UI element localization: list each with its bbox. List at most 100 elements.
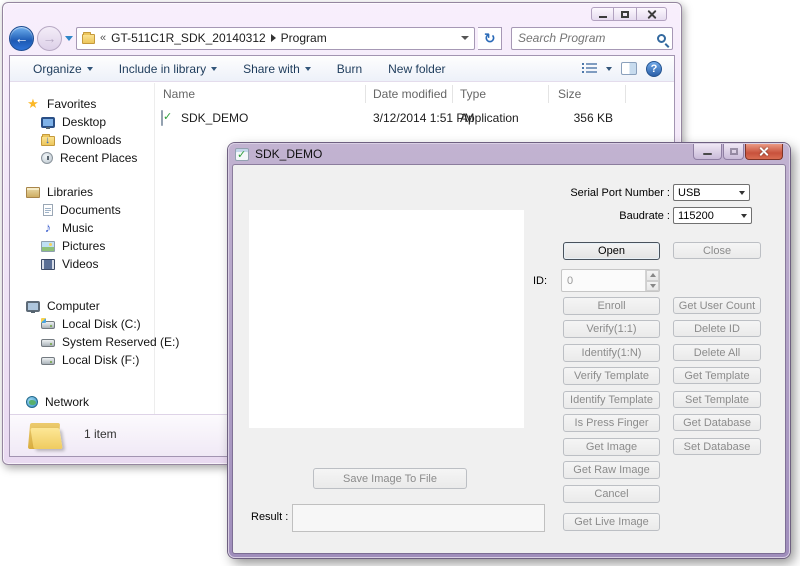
stepper-down-button[interactable] <box>646 281 659 292</box>
forward-button[interactable]: → <box>37 26 62 51</box>
address-dropdown-icon[interactable] <box>461 36 469 40</box>
sidebar-label: Pictures <box>62 239 105 253</box>
verify-button: Verify(1:1) <box>563 320 660 338</box>
toolbar-organize[interactable]: Organize <box>20 56 106 81</box>
column-divider[interactable] <box>452 85 453 103</box>
baudrate-select[interactable]: 115200 <box>673 207 752 224</box>
back-arrow-icon: ← <box>15 30 29 46</box>
forward-arrow-icon: → <box>43 30 57 46</box>
column-header-type[interactable]: Type <box>460 87 486 101</box>
table-row[interactable]: SDK_DEMO 3/12/2014 1:51 PM Application 3… <box>155 110 674 128</box>
sidebar-item-music[interactable]: ♪Music <box>10 219 154 237</box>
sidebar-item-pictures[interactable]: Pictures <box>10 237 154 255</box>
breadcrumb-arrow-icon[interactable] <box>271 34 276 42</box>
serial-port-select[interactable]: USB <box>673 184 750 201</box>
stepper-up-button[interactable] <box>646 270 659 281</box>
identify-button: Identify(1:N) <box>563 344 660 362</box>
views-icon[interactable] <box>582 63 597 74</box>
file-name[interactable]: SDK_DEMO <box>181 111 248 125</box>
navigation-pane: ★ Favorites Desktop Downloads Recent Plac… <box>10 83 155 414</box>
baudrate-value: 115200 <box>678 210 714 222</box>
search-input[interactable] <box>518 31 657 45</box>
column-divider[interactable] <box>365 85 366 103</box>
back-button[interactable]: ← <box>9 26 34 51</box>
breadcrumb-parent[interactable]: GT-511C1R_SDK_20140312 <box>111 31 266 45</box>
command-toolbar: Organize Include in library Share with B… <box>10 56 674 82</box>
sidebar-item-computer[interactable]: Computer <box>10 297 154 315</box>
chevron-down-icon <box>87 67 93 71</box>
toolbar-include-in-library[interactable]: Include in library <box>106 56 230 81</box>
item-count: 1 item <box>84 427 117 441</box>
sidebar-item-favorites[interactable]: ★ Favorites <box>10 95 154 113</box>
sidebar-item-libraries[interactable]: Libraries <box>10 183 154 201</box>
get-database-button: Get Database <box>673 414 761 431</box>
maximize-icon <box>621 11 629 18</box>
breadcrumb-current[interactable]: Program <box>281 31 327 45</box>
sidebar-label: Favorites <box>47 97 96 111</box>
sidebar-item-videos[interactable]: Videos <box>10 255 154 273</box>
history-dropdown-icon[interactable] <box>65 36 73 41</box>
column-header-name[interactable]: Name <box>163 87 195 101</box>
file-type: Application <box>460 111 519 125</box>
id-value: 0 <box>562 270 645 291</box>
minimize-button[interactable] <box>693 144 722 160</box>
sidebar-label: Local Disk (C:) <box>62 317 141 331</box>
get-image-button: Get Image <box>563 438 660 456</box>
stepper-buttons <box>645 270 659 291</box>
star-icon: ★ <box>26 98 40 110</box>
column-header-size[interactable]: Size <box>558 87 581 101</box>
toolbar-right-group: ? <box>582 61 674 77</box>
sidebar-item-system-reserved-e[interactable]: System Reserved (E:) <box>10 333 154 351</box>
app-icon <box>235 148 249 161</box>
column-divider[interactable] <box>625 85 626 103</box>
sidebar-label: Music <box>62 221 93 235</box>
preview-pane-icon[interactable] <box>621 62 637 75</box>
sidebar-label: Documents <box>60 203 121 217</box>
toolbar-burn[interactable]: Burn <box>324 56 375 81</box>
search-box[interactable] <box>511 27 673 50</box>
network-icon <box>26 396 38 408</box>
help-icon[interactable]: ? <box>646 61 662 77</box>
close-button[interactable] <box>745 144 783 160</box>
sdk-demo-window: SDK_DEMO Serial Port Number : USB Baudra… <box>228 143 790 558</box>
views-dropdown-icon[interactable] <box>606 67 612 71</box>
maximize-button[interactable] <box>614 7 637 21</box>
result-field <box>292 504 545 532</box>
toolbar-new-folder[interactable]: New folder <box>375 56 458 81</box>
open-button[interactable]: Open <box>563 242 660 260</box>
close-button[interactable] <box>637 7 667 21</box>
minimize-button[interactable] <box>591 7 614 21</box>
application-icon <box>161 110 163 126</box>
get-live-image-button: Get Live Image <box>563 513 660 531</box>
pictures-icon <box>41 241 55 252</box>
maximize-icon <box>730 148 738 155</box>
chevron-up-icon <box>650 273 656 277</box>
sidebar-item-recent-places[interactable]: Recent Places <box>10 149 154 167</box>
minimize-icon <box>703 153 712 155</box>
column-header-date-modified[interactable]: Date modified <box>373 87 447 101</box>
search-icon[interactable] <box>657 34 666 43</box>
sidebar-item-network[interactable]: Network <box>10 393 154 411</box>
sidebar-item-documents[interactable]: Documents <box>10 201 154 219</box>
window-title: SDK_DEMO <box>255 147 322 161</box>
dialog-client-area: Serial Port Number : USB Baudrate : 1152… <box>233 165 785 553</box>
result-label: Result : <box>251 511 288 523</box>
sidebar-item-desktop[interactable]: Desktop <box>10 113 154 131</box>
close-icon <box>647 10 657 19</box>
sidebar-item-local-disk-c[interactable]: Local Disk (C:) <box>10 315 154 333</box>
refresh-button[interactable]: ↻ <box>478 27 502 50</box>
enroll-button: Enroll <box>563 297 660 315</box>
sidebar-label: Computer <box>47 299 100 313</box>
sidebar-label: Downloads <box>62 133 121 147</box>
address-bar[interactable]: « GT-511C1R_SDK_20140312 Program <box>76 27 475 50</box>
sidebar-item-local-disk-f[interactable]: Local Disk (F:) <box>10 351 154 369</box>
breadcrumb-overflow[interactable]: « <box>100 32 106 44</box>
column-divider[interactable] <box>548 85 549 103</box>
explorer-window-controls <box>591 7 667 21</box>
computer-icon <box>26 301 40 312</box>
sidebar-item-downloads[interactable]: Downloads <box>10 131 154 149</box>
downloads-icon <box>41 136 55 146</box>
toolbar-share-with[interactable]: Share with <box>230 56 324 81</box>
chevron-down-icon <box>305 67 311 71</box>
id-label: ID: <box>533 275 547 287</box>
